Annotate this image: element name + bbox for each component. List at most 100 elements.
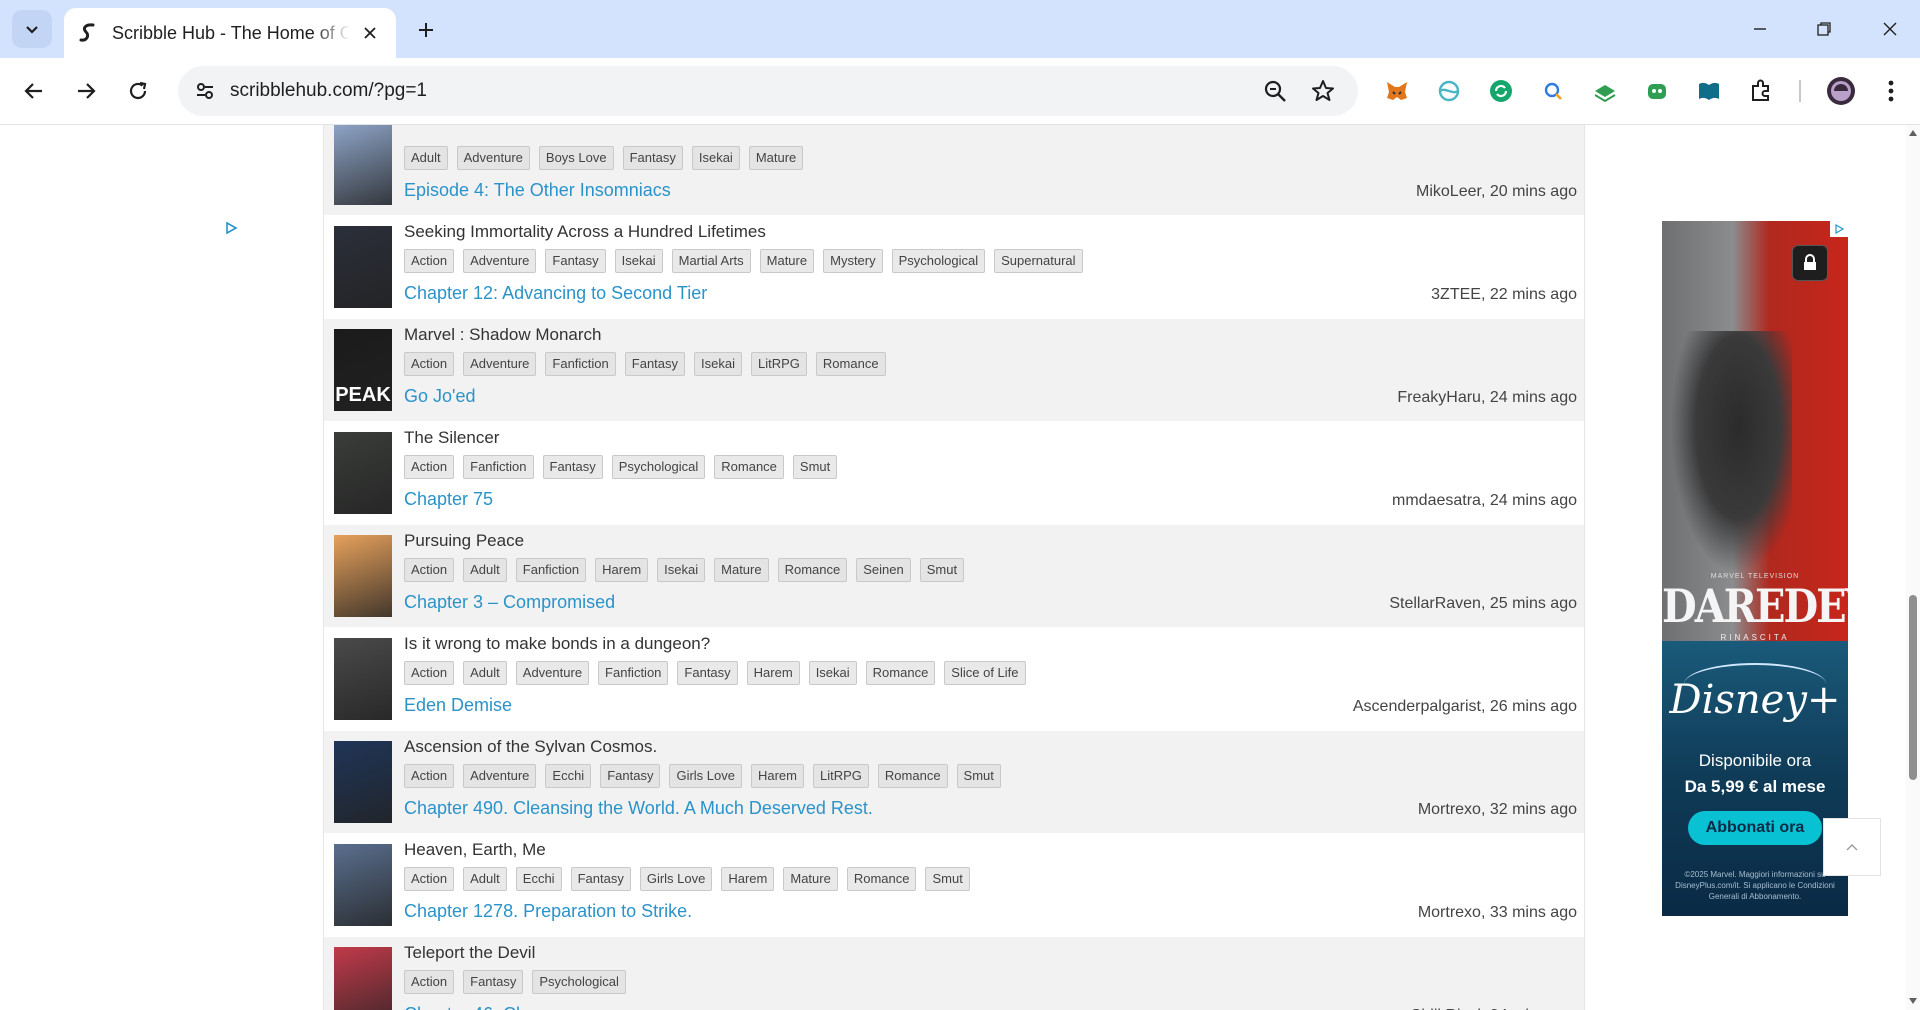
genre-tag[interactable]: Adult bbox=[404, 146, 448, 170]
series-title-link[interactable]: Heaven, Earth, Me bbox=[404, 840, 546, 860]
page-scrollbar[interactable] bbox=[1906, 125, 1920, 1010]
genre-tag[interactable]: Adventure bbox=[456, 146, 530, 170]
genre-tag[interactable]: LitRPG bbox=[813, 764, 869, 788]
genre-tag[interactable]: Romance bbox=[714, 455, 784, 479]
chapter-link[interactable]: Chapter 46. Chase bbox=[404, 1004, 555, 1010]
genre-tag[interactable]: Psychological bbox=[891, 249, 986, 273]
genre-tag[interactable]: Isekai bbox=[657, 558, 706, 582]
extensions-puzzle-icon[interactable] bbox=[1746, 76, 1776, 106]
address-bar[interactable]: scribblehub.com/?pg=1 bbox=[178, 66, 1358, 116]
genre-tag[interactable]: Adventure bbox=[463, 352, 537, 376]
series-cover-image[interactable]: PEAK bbox=[334, 329, 392, 411]
adchoices-icon[interactable] bbox=[224, 221, 238, 235]
series-cover-image[interactable] bbox=[334, 432, 392, 514]
chapter-link[interactable]: Chapter 75 bbox=[404, 489, 493, 510]
subscribe-button[interactable]: Abbonati ora bbox=[1688, 811, 1822, 845]
new-tab-button[interactable] bbox=[410, 14, 442, 46]
series-title-link[interactable]: Pursuing Peace bbox=[404, 531, 524, 551]
genre-tag[interactable]: Fantasy bbox=[542, 455, 603, 479]
sync-extension-icon[interactable] bbox=[1486, 76, 1516, 106]
genre-tag[interactable]: Fantasy bbox=[624, 352, 686, 376]
genre-tag[interactable]: Mature bbox=[748, 146, 804, 170]
genre-tag[interactable]: Martial Arts bbox=[671, 249, 751, 273]
genre-tag[interactable]: Slice of Life bbox=[944, 661, 1026, 685]
chapter-link[interactable]: Episode 4: The Other Insomniacs bbox=[404, 180, 671, 201]
genre-tag[interactable]: Fantasy bbox=[570, 867, 631, 891]
genre-tag[interactable]: Fantasy bbox=[600, 764, 661, 788]
genre-tag[interactable]: Fanfiction bbox=[515, 558, 587, 582]
genre-tag[interactable]: Romance bbox=[815, 352, 886, 376]
genre-tag[interactable]: Mature bbox=[759, 249, 815, 273]
series-cover-image[interactable] bbox=[334, 741, 392, 823]
genre-tag[interactable]: Psychological bbox=[532, 970, 626, 994]
genre-tag[interactable]: Fanfiction bbox=[598, 661, 669, 685]
genre-tag[interactable]: Smut bbox=[956, 764, 1001, 788]
site-info-icon[interactable] bbox=[190, 76, 220, 106]
restore-button[interactable] bbox=[1804, 12, 1844, 46]
minimize-button[interactable] bbox=[1740, 12, 1780, 46]
forward-button[interactable] bbox=[68, 73, 104, 109]
genre-tag[interactable]: Mature bbox=[783, 867, 838, 891]
genre-tag[interactable]: Harem bbox=[595, 558, 649, 582]
genre-tag[interactable]: Romance bbox=[877, 764, 948, 788]
genre-tag[interactable]: Girls Love bbox=[639, 867, 713, 891]
genre-tag[interactable]: Seinen bbox=[856, 558, 911, 582]
genre-tag[interactable]: Girls Love bbox=[669, 764, 742, 788]
tab-search-button[interactable] bbox=[12, 10, 52, 48]
genre-tag[interactable]: Boys Love bbox=[538, 146, 614, 170]
browser-menu-icon[interactable] bbox=[1876, 76, 1906, 106]
genre-tag[interactable]: Romance bbox=[865, 661, 936, 685]
genre-tag[interactable]: Action bbox=[404, 558, 455, 582]
back-button[interactable] bbox=[16, 73, 52, 109]
reload-button[interactable] bbox=[120, 73, 156, 109]
genre-tag[interactable]: Supernatural bbox=[994, 249, 1083, 273]
genre-tag[interactable]: Isekai bbox=[614, 249, 663, 273]
zoom-icon[interactable] bbox=[1262, 78, 1288, 104]
series-cover-image[interactable] bbox=[334, 125, 392, 205]
genre-tag[interactable]: Action bbox=[404, 352, 455, 376]
genre-tag[interactable]: Harem bbox=[721, 867, 775, 891]
genre-tag[interactable]: Ecchi bbox=[515, 867, 562, 891]
series-cover-image[interactable] bbox=[334, 638, 392, 720]
genre-tag[interactable]: Fantasy bbox=[622, 146, 683, 170]
chapter-link[interactable]: Eden Demise bbox=[404, 695, 512, 716]
genre-tag[interactable]: Action bbox=[404, 970, 455, 994]
genre-tag[interactable]: Romance bbox=[777, 558, 848, 582]
chapter-link[interactable]: Chapter 3 – Compromised bbox=[404, 592, 615, 613]
genre-tag[interactable]: Adult bbox=[463, 661, 507, 685]
series-title-link[interactable]: Marvel : Shadow Monarch bbox=[404, 325, 601, 345]
series-cover-image[interactable] bbox=[334, 844, 392, 926]
genre-tag[interactable]: Adventure bbox=[515, 661, 590, 685]
active-tab[interactable]: Scribble Hub - The Home of Original Stor… bbox=[64, 8, 396, 58]
adchoices-icon[interactable] bbox=[1830, 221, 1848, 237]
genre-tag[interactable]: Mystery bbox=[823, 249, 883, 273]
genre-tag[interactable]: Action bbox=[404, 764, 455, 788]
genre-tag[interactable]: Isekai bbox=[694, 352, 742, 376]
genre-tag[interactable]: Smut bbox=[925, 867, 970, 891]
genre-tag[interactable]: Mature bbox=[714, 558, 769, 582]
bookmark-star-icon[interactable] bbox=[1310, 78, 1336, 104]
genre-tag[interactable]: Adventure bbox=[463, 249, 537, 273]
genre-tag[interactable]: Fantasy bbox=[545, 249, 606, 273]
genre-tag[interactable]: Isekai bbox=[808, 661, 857, 685]
robot-extension-icon[interactable] bbox=[1642, 76, 1672, 106]
series-cover-image[interactable] bbox=[334, 226, 392, 308]
scrollbar-thumb[interactable] bbox=[1909, 595, 1917, 780]
series-cover-image[interactable] bbox=[334, 947, 392, 1010]
genre-tag[interactable]: Smut bbox=[792, 455, 838, 479]
book-extension-icon[interactable] bbox=[1694, 76, 1724, 106]
genre-tag[interactable]: Romance bbox=[846, 867, 917, 891]
genre-tag[interactable]: Ecchi bbox=[545, 764, 592, 788]
scroll-up-arrow-icon[interactable] bbox=[1909, 129, 1917, 137]
search-extension-icon[interactable] bbox=[1538, 76, 1568, 106]
genre-tag[interactable]: Adult bbox=[463, 558, 507, 582]
series-title-link[interactable]: Seeking Immortality Across a Hundred Lif… bbox=[404, 222, 766, 242]
genre-tag[interactable]: Fantasy bbox=[677, 661, 738, 685]
genre-tag[interactable]: Action bbox=[404, 249, 455, 273]
layers-extension-icon[interactable] bbox=[1590, 76, 1620, 106]
genre-tag[interactable]: Harem bbox=[750, 764, 804, 788]
series-cover-image[interactable] bbox=[334, 535, 392, 617]
scroll-down-arrow-icon[interactable] bbox=[1909, 997, 1917, 1005]
chapter-link[interactable]: Chapter 490. Cleansing the World. A Much… bbox=[404, 798, 873, 819]
genre-tag[interactable]: Harem bbox=[746, 661, 800, 685]
